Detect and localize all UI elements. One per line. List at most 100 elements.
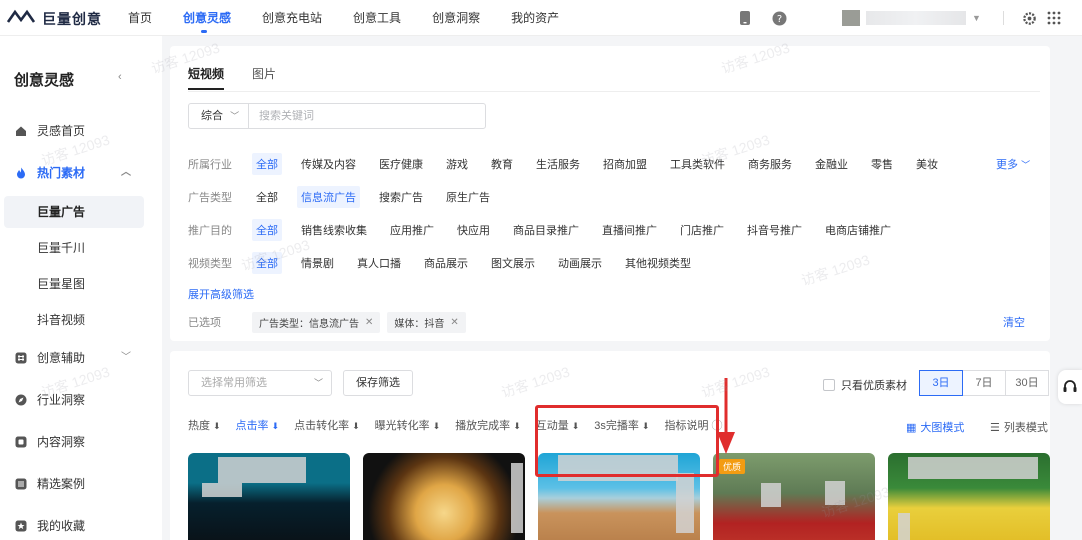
tab-image[interactable]: 图片 (252, 65, 276, 90)
industry-option[interactable]: 游戏 (442, 153, 472, 175)
industry-option[interactable]: 传媒及内容 (297, 153, 360, 175)
industry-option[interactable]: 招商加盟 (599, 153, 651, 175)
sidebar-sub-douyin-video[interactable]: 抖音视频 (0, 304, 162, 336)
help-icon[interactable]: ? (770, 9, 788, 27)
preset-filter-select[interactable]: 选择常用筛选 ﹀ (188, 370, 332, 396)
goal-option[interactable]: 应用推广 (386, 219, 438, 241)
search-input[interactable] (259, 110, 479, 122)
video-card[interactable] (188, 453, 350, 540)
account-switcher[interactable]: ▼ (822, 8, 982, 28)
industry-option[interactable]: 全部 (252, 153, 282, 175)
filter-label: 推广目的 (188, 225, 232, 237)
industry-option[interactable]: 美妆 (912, 153, 942, 175)
sidebar-item-industry-insight[interactable]: 行业洞察 (0, 385, 162, 415)
goal-option[interactable]: 商品目录推广 (509, 219, 583, 241)
range-7d-button[interactable]: 7日 (962, 370, 1006, 396)
nav-home[interactable]: 首页 (128, 0, 152, 36)
sort-ctr[interactable]: 点击率 ⬇ (236, 417, 280, 433)
checkbox[interactable] (823, 379, 835, 391)
quality-badge: 优质 (719, 459, 746, 474)
video-card[interactable] (888, 453, 1050, 540)
sort-click-cvr[interactable]: 点击转化率 ⬇ (294, 417, 360, 433)
redacted-area (218, 457, 306, 483)
goal-option[interactable]: 全部 (252, 219, 282, 241)
video-card[interactable]: 优质 (713, 453, 875, 540)
goal-option[interactable]: 抖音号推广 (743, 219, 806, 241)
goal-option[interactable]: 直播间推广 (598, 219, 661, 241)
video-type-option[interactable]: 全部 (252, 252, 282, 274)
list-mode-button[interactable]: ☰ 列表模式 (990, 419, 1048, 435)
industry-option[interactable]: 工具类软件 (666, 153, 729, 175)
ad-type-option[interactable]: 搜索广告 (375, 186, 427, 208)
goal-option[interactable]: 电商店铺推广 (821, 219, 895, 241)
sidebar: 创意灵感 ‹ 灵感首页 热门素材 ︿ 巨量广告 巨量千川 巨量星图 抖音视频 创… (0, 36, 162, 540)
sidebar-sub-qianchuan[interactable]: 巨量千川 (0, 232, 162, 264)
nav-insight[interactable]: 创意洞察 (432, 0, 480, 36)
sort-interaction[interactable]: 互动量 ⬇ (536, 417, 580, 433)
ad-type-option[interactable]: 信息流广告 (297, 186, 360, 208)
customer-service-button[interactable] (1058, 370, 1082, 404)
advanced-filter-link[interactable]: 展开高级筛选 (188, 286, 254, 302)
logo-text[interactable]: 巨量创意 (42, 9, 102, 29)
nav-inspiration[interactable]: 创意灵感 (183, 0, 231, 36)
industry-option[interactable]: 生活服务 (532, 153, 584, 175)
nav-tools[interactable]: 创意工具 (353, 0, 401, 36)
nav-charging-station[interactable]: 创意充电站 (262, 0, 322, 36)
sidebar-item-home[interactable]: 灵感首页 (0, 116, 162, 146)
range-3d-button[interactable]: 3日 (919, 370, 963, 396)
quality-only-checkbox[interactable]: 只看优质素材 (823, 377, 907, 393)
redacted-area (676, 473, 694, 533)
goal-option[interactable]: 销售线索收集 (297, 219, 371, 241)
sort-3s-completion[interactable]: 3s完播率 ⬇ (594, 417, 649, 433)
sort-impression-cvr[interactable]: 曝光转化率 ⬇ (375, 417, 441, 433)
svg-text:?: ? (776, 14, 781, 25)
video-type-option[interactable]: 图文展示 (487, 252, 539, 274)
sidebar-sub-xingtu[interactable]: 巨量星图 (0, 268, 162, 300)
ad-type-option[interactable]: 全部 (252, 186, 282, 208)
industry-option[interactable]: 教育 (487, 153, 517, 175)
star-icon (15, 520, 27, 532)
industry-option[interactable]: 商务服务 (744, 153, 796, 175)
video-type-option[interactable]: 情景剧 (297, 252, 338, 274)
sidebar-item-creative-assist[interactable]: 创意辅助 ﹀ (0, 343, 162, 373)
video-card[interactable] (538, 453, 700, 540)
video-card[interactable] (363, 453, 525, 540)
video-type-option[interactable]: 动画展示 (554, 252, 606, 274)
nav-assets[interactable]: 我的资产 (511, 0, 559, 36)
top-bar: 巨量创意 首页 创意灵感 创意充电站 创意工具 创意洞察 我的资产 ? ▼ (0, 0, 1082, 36)
sidebar-item-favorites[interactable]: 我的收藏 (0, 511, 162, 540)
industry-option[interactable]: 医疗健康 (375, 153, 427, 175)
sort-completion-rate[interactable]: 播放完成率 ⬇ (455, 417, 521, 433)
selected-chip[interactable]: 媒体：抖音 ✕ (387, 311, 466, 333)
filter-row-goal: 推广目的 全部 销售线索收集 应用推广 快应用 商品目录推广 直播间推广 门店推… (188, 219, 910, 241)
tab-short-video[interactable]: 短视频 (188, 65, 225, 90)
collapse-icon[interactable]: ‹ (118, 71, 122, 83)
video-type-option[interactable]: 其他视频类型 (621, 252, 695, 274)
sidebar-item-hot-materials[interactable]: 热门素材 ︿ (0, 158, 162, 188)
phone-icon[interactable] (736, 9, 754, 27)
ad-type-option[interactable]: 原生广告 (442, 186, 494, 208)
range-30d-button[interactable]: 30日 (1005, 370, 1049, 396)
video-type-option[interactable]: 真人口播 (353, 252, 405, 274)
big-image-mode-button[interactable]: ▦ 大图模式 (906, 419, 964, 435)
video-card-list: 优质 (188, 453, 1063, 540)
close-icon: ✕ (450, 316, 459, 328)
selected-chip[interactable]: 广告类型：信息流广告 ✕ (252, 311, 381, 333)
industry-more-link[interactable]: 更多 ﹀ (996, 156, 1030, 172)
search-scope-select[interactable]: 综合 ﹀ (189, 104, 249, 128)
industry-option[interactable]: 金融业 (811, 153, 852, 175)
sidebar-sub-ocean-ads[interactable]: 巨量广告 (4, 196, 144, 228)
goal-option[interactable]: 快应用 (453, 219, 494, 241)
doc-icon (15, 436, 27, 448)
save-filter-button[interactable]: 保存筛选 (343, 370, 413, 396)
sidebar-item-featured-cases[interactable]: 精选案例 (0, 469, 162, 499)
video-type-option[interactable]: 商品展示 (420, 252, 472, 274)
sort-heat[interactable]: 热度 ⬇ (188, 417, 221, 433)
clear-filters-link[interactable]: 清空 (1003, 314, 1025, 330)
sidebar-item-content-insight[interactable]: 内容洞察 (0, 427, 162, 457)
redacted-area (511, 463, 523, 533)
gear-icon[interactable] (1020, 9, 1038, 27)
industry-option[interactable]: 零售 (867, 153, 897, 175)
goal-option[interactable]: 门店推广 (676, 219, 728, 241)
apps-grid-icon[interactable] (1045, 9, 1063, 27)
